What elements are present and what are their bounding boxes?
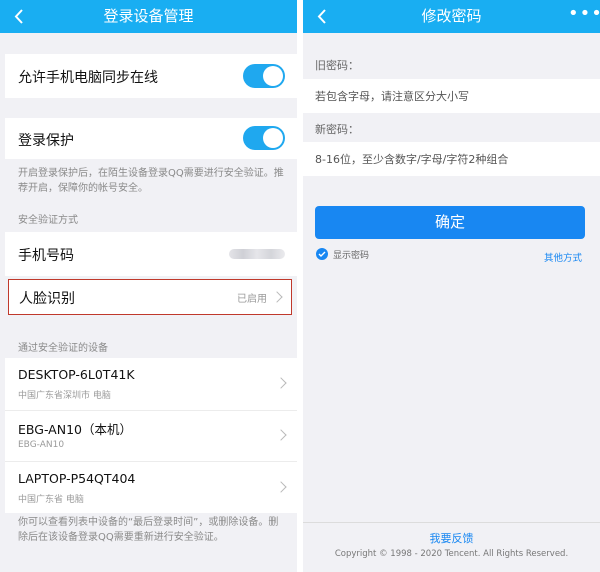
show-password-checkbox[interactable] xyxy=(316,248,328,260)
device-name: LAPTOP-P54QT404 xyxy=(18,471,136,486)
device-row[interactable]: LAPTOP-P54QT404 中国广东省 电脑 xyxy=(5,461,297,513)
copyright-text: Copyright © 1998 - 2020 Tencent. All Rig… xyxy=(334,549,569,559)
face-recognition-status: 已启用 xyxy=(237,294,267,305)
device-name: EBG-AN10（本机） xyxy=(18,422,132,437)
show-password-label[interactable]: 显示密码 xyxy=(333,248,369,261)
sync-online-label: 允许手机电脑同步在线 xyxy=(18,70,158,86)
device-row[interactable]: DESKTOP-6L0T41K 中国广东省深圳市 电脑 xyxy=(5,358,297,410)
chevron-right-icon xyxy=(275,377,287,389)
face-recognition-label: 人脸识别 xyxy=(19,291,75,307)
sync-online-row[interactable]: 允许手机电脑同步在线 xyxy=(5,54,297,98)
login-protect-toggle[interactable] xyxy=(243,126,285,150)
phone-number-blurred xyxy=(229,249,285,259)
face-recognition-row[interactable]: 人脸识别 已启用 xyxy=(8,279,292,315)
chevron-left-icon xyxy=(317,9,326,24)
phone-number-label: 手机号码 xyxy=(18,248,74,264)
device-location: 中国广东省 电脑 xyxy=(18,495,84,505)
device-footer-note: 你可以查看列表中设备的“最后登录时间”，或删除设备。删除后在该设备登录QQ需要重… xyxy=(18,517,279,543)
chevron-left-icon xyxy=(14,9,23,24)
new-password-input[interactable] xyxy=(303,142,600,176)
chevron-right-icon xyxy=(275,429,287,441)
back-button[interactable] xyxy=(313,0,335,33)
login-protect-row[interactable]: 登录保护 xyxy=(5,118,297,159)
new-password-label: 新密码： xyxy=(315,123,359,136)
other-methods-link[interactable]: 其他方式 xyxy=(544,250,582,264)
checkmark-icon xyxy=(318,251,326,257)
title-bar: 登录设备管理 xyxy=(0,0,297,33)
device-name: DESKTOP-6L0T41K xyxy=(18,367,135,382)
verified-devices-header: 通过安全验证的设备 xyxy=(18,343,108,354)
toggle-knob xyxy=(263,66,283,86)
login-protect-label: 登录保护 xyxy=(18,133,74,149)
confirm-button[interactable]: 确定 xyxy=(315,206,585,239)
title-bar: 修改密码 ••• xyxy=(303,0,600,33)
old-password-input[interactable] xyxy=(303,79,600,113)
login-protect-note: 开启登录保护后，在陌生设备登录QQ需要进行安全验证。推荐开启，保障你的帐号安全。 xyxy=(18,168,284,194)
old-password-label: 旧密码： xyxy=(315,59,359,72)
more-menu-icon[interactable]: ••• xyxy=(568,0,600,33)
device-management-screen: 登录设备管理 允许手机电脑同步在线 登录保护 开启登录保护后，在陌生设备登录QQ… xyxy=(0,0,297,572)
change-password-screen: 修改密码 ••• 旧密码： 新密码： 确定 显示密码 其他方式 我要反馈 Cop… xyxy=(303,0,600,572)
footer-divider xyxy=(303,522,600,523)
sync-online-toggle[interactable] xyxy=(243,64,285,88)
page-title: 修改密码 xyxy=(421,7,482,25)
device-location: EBG-AN10 xyxy=(18,440,65,450)
page-title: 登录设备管理 xyxy=(103,7,194,25)
chevron-right-icon xyxy=(271,291,283,303)
feedback-link[interactable]: 我要反馈 xyxy=(303,530,600,546)
phone-number-row[interactable]: 手机号码 xyxy=(5,232,297,276)
device-row[interactable]: EBG-AN10（本机） EBG-AN10 xyxy=(5,410,297,461)
toggle-knob xyxy=(263,128,283,148)
chevron-right-icon xyxy=(275,481,287,493)
back-button[interactable] xyxy=(10,0,32,33)
verify-method-header: 安全验证方式 xyxy=(18,215,78,226)
device-location: 中国广东省深圳市 电脑 xyxy=(18,391,111,401)
